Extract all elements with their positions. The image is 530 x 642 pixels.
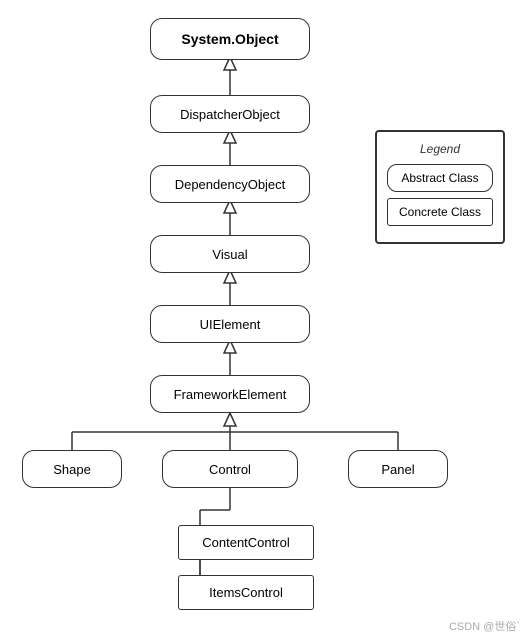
label-visual: Visual [212, 247, 247, 262]
legend-concrete-class: Concrete Class [387, 198, 493, 226]
label-shape: Shape [53, 462, 91, 477]
node-visual: Visual [150, 235, 310, 273]
legend-title: Legend [387, 142, 493, 156]
node-dispatcher-object: DispatcherObject [150, 95, 310, 133]
node-framework-element: FrameworkElement [150, 375, 310, 413]
node-panel: Panel [348, 450, 448, 488]
label-framework-element: FrameworkElement [174, 387, 287, 402]
label-ui-element: UIElement [200, 317, 261, 332]
watermark: CSDN @世俗` [449, 618, 520, 634]
node-control: Control [162, 450, 298, 488]
label-panel: Panel [381, 462, 414, 477]
label-content-control: ContentControl [202, 535, 289, 550]
legend-abstract-class: Abstract Class [387, 164, 493, 192]
node-dependency-object: DependencyObject [150, 165, 310, 203]
node-shape: Shape [22, 450, 122, 488]
label-dispatcher-object: DispatcherObject [180, 107, 280, 122]
legend-concrete-label: Concrete Class [399, 205, 481, 219]
node-ui-element: UIElement [150, 305, 310, 343]
node-content-control: ContentControl [178, 525, 314, 560]
legend: Legend Abstract Class Concrete Class [375, 130, 505, 244]
label-system-object: System.Object [181, 31, 278, 47]
label-items-control: ItemsControl [209, 585, 283, 600]
legend-abstract-label: Abstract Class [401, 171, 478, 185]
node-items-control: ItemsControl [178, 575, 314, 610]
diagram-container: System.Object DispatcherObject Dependenc… [0, 0, 530, 642]
label-dependency-object: DependencyObject [175, 177, 286, 192]
label-control: Control [209, 462, 251, 477]
node-system-object: System.Object [150, 18, 310, 60]
